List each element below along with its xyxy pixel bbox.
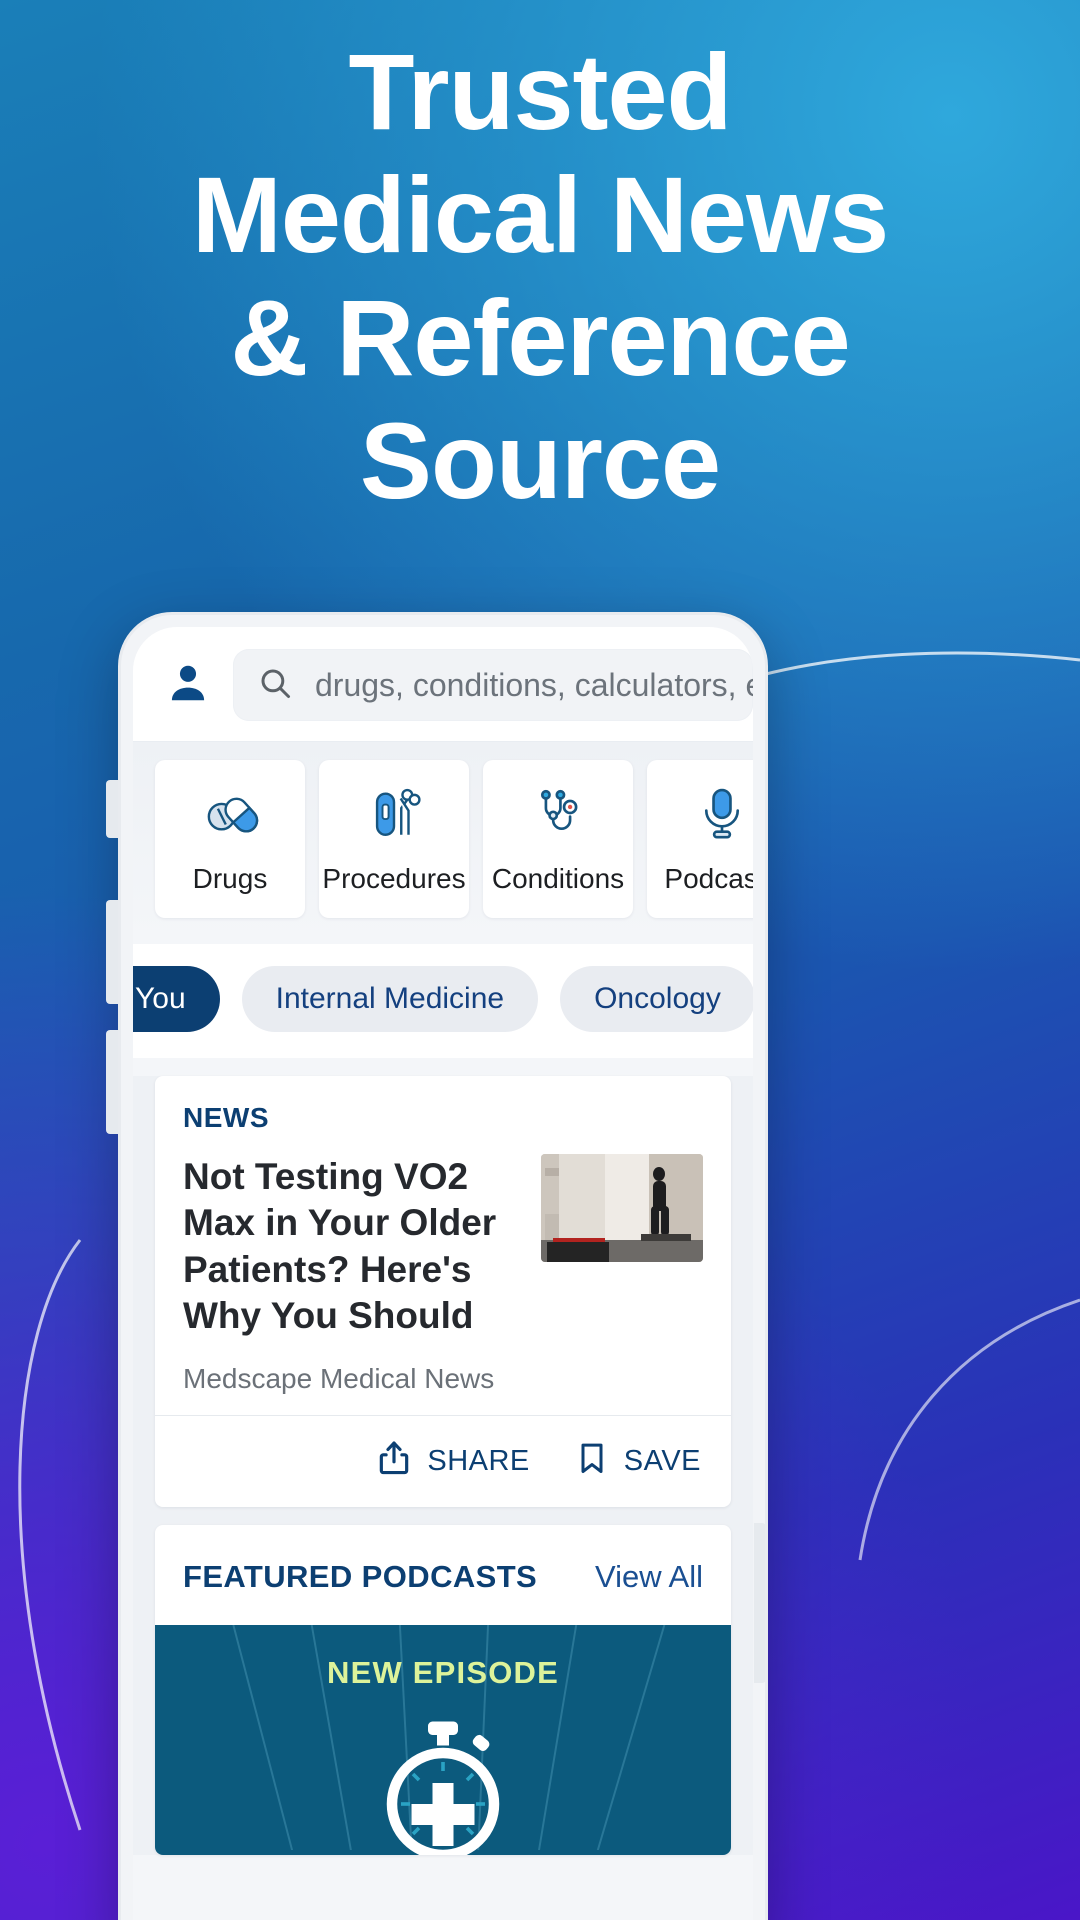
scalpel-scissors-icon [365, 784, 423, 847]
topic-chip-label: Oncology [594, 982, 721, 1015]
topic-chip-label: Internal Medicine [275, 982, 505, 1015]
topics-section: You Internal Medicine Oncology [133, 944, 753, 1058]
phone-screen-bezel: drugs, conditions, calculators, etc. Dru… [133, 627, 753, 1920]
headline-line-4: Source [359, 400, 721, 522]
topic-chip-internal-medicine[interactable]: Internal Medicine [241, 966, 539, 1032]
content-feed: NEWS Not Testing VO2 Max in Your Older P… [133, 1076, 753, 1855]
quick-tile-procedures[interactable]: Procedures [319, 760, 469, 918]
quick-tile-label: Procedures [322, 862, 466, 894]
topic-chip-oncology[interactable]: Oncology [560, 966, 753, 1032]
quick-tile-label: Podcasts [664, 862, 753, 894]
save-button[interactable]: SAVE [574, 1440, 701, 1484]
app-screen: drugs, conditions, calculators, etc. Dru… [133, 627, 753, 1920]
search-input[interactable]: drugs, conditions, calculators, etc. [233, 649, 753, 721]
quick-tile-drugs[interactable]: Drugs [155, 760, 305, 918]
quick-tile-conditions[interactable]: Conditions [483, 760, 633, 918]
topic-chip-you[interactable]: You [133, 966, 220, 1032]
quick-tile-label: Drugs [192, 862, 268, 894]
share-label: SHARE [427, 1445, 530, 1477]
featured-podcasts-header: FEATURED PODCASTS View All [155, 1525, 731, 1625]
featured-podcasts-title: FEATURED PODCASTS [183, 1559, 538, 1594]
device-button-power [754, 1523, 765, 1683]
quick-tile-podcasts[interactable]: Podcasts [647, 760, 753, 918]
microphone-icon [693, 784, 751, 847]
news-thumbnail [541, 1154, 703, 1262]
search-icon [257, 665, 293, 706]
headline-line-3: & Reference [230, 277, 850, 399]
news-title: Not Testing VO2 Max in Your Older Patien… [183, 1156, 497, 1336]
news-kicker: NEWS [183, 1102, 269, 1133]
save-label: SAVE [623, 1445, 701, 1477]
quick-tile-label: Conditions [491, 862, 625, 894]
headline-line-1: Trusted [348, 31, 732, 152]
device-button-mute [106, 780, 118, 838]
podcast-banner[interactable]: NEW EPISODE [155, 1625, 731, 1855]
hero-headline: Trusted Medical News & Reference Source [0, 30, 1080, 522]
view-all-link[interactable]: View All [595, 1559, 703, 1595]
stethoscope-icon [529, 784, 587, 847]
share-button[interactable]: SHARE [375, 1439, 529, 1485]
news-card-row: Not Testing VO2 Max in Your Older Patien… [183, 1154, 703, 1339]
pills-icon [201, 784, 259, 847]
share-icon [375, 1439, 413, 1485]
app-header: drugs, conditions, calculators, etc. [133, 627, 753, 742]
phone-mockup: drugs, conditions, calculators, etc. Dru… [118, 612, 768, 1920]
featured-podcasts-card[interactable]: FEATURED PODCASTS View All NEW EPISODE [155, 1525, 731, 1855]
bookmark-icon [574, 1440, 610, 1484]
news-card-actions: SHARE SAVE [155, 1415, 731, 1507]
device-button-volume-up [106, 900, 118, 1004]
news-card-body: NEWS Not Testing VO2 Max in Your Older P… [155, 1076, 731, 1415]
topics-scroller[interactable]: You Internal Medicine Oncology [133, 966, 753, 1032]
person-icon[interactable] [165, 660, 211, 711]
news-source: Medscape Medical News [183, 1363, 495, 1394]
device-button-volume-down [106, 1030, 118, 1134]
quick-tiles-scroller[interactable]: Drugs Procedures Conditions Podca [133, 760, 753, 918]
news-card[interactable]: NEWS Not Testing VO2 Max in Your Older P… [155, 1076, 731, 1507]
new-episode-label: NEW EPISODE [327, 1655, 559, 1690]
headline-line-2: Medical News [191, 154, 889, 276]
stopwatch-cross-icon [368, 1717, 518, 1855]
topic-chip-label: You [135, 982, 186, 1015]
quick-tiles-section: Drugs Procedures Conditions Podca [133, 742, 753, 944]
search-placeholder-text: drugs, conditions, calculators, etc. [315, 666, 753, 703]
